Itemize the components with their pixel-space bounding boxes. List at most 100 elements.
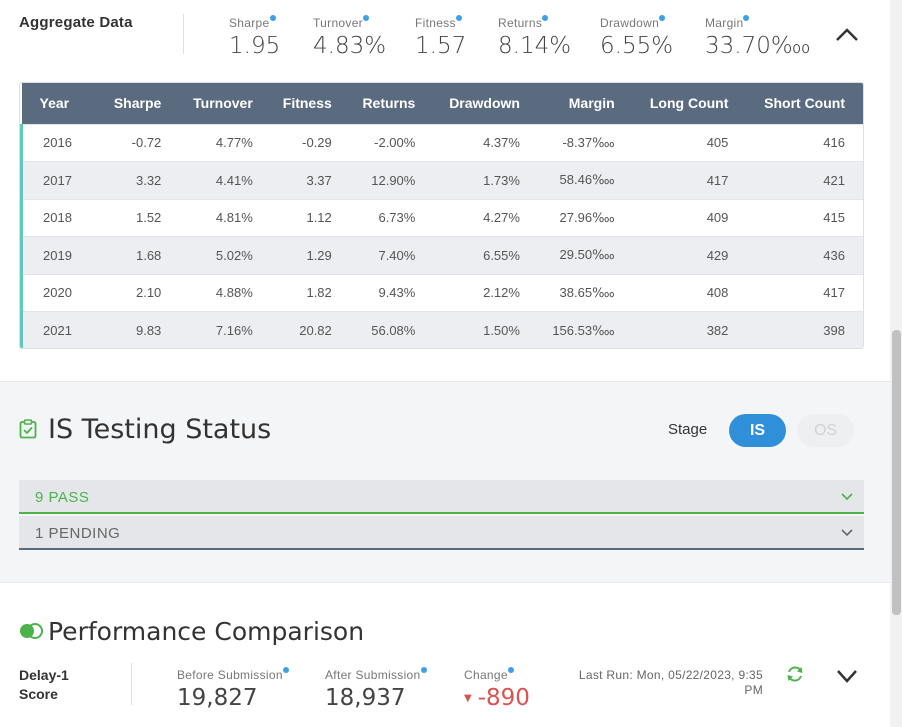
table-cell: 3.32 bbox=[135, 172, 162, 188]
divider bbox=[183, 14, 184, 54]
info-dot-icon[interactable] bbox=[455, 15, 462, 21]
table-cell: 3.37 bbox=[306, 172, 332, 188]
metric-label: Turnover bbox=[313, 15, 369, 30]
table-cell: 1.82 bbox=[306, 285, 332, 301]
table-cell: 7.40% bbox=[378, 247, 416, 263]
info-dot-icon[interactable] bbox=[282, 667, 289, 673]
col-header[interactable]: Drawdown bbox=[433, 83, 538, 124]
table-cell: 9.43% bbox=[378, 285, 416, 301]
table-row: 2019 1.68 5.02% 1.29 7.40% 6.55% 29.50‱ 429 436 bbox=[20, 236, 863, 274]
scrollbar-thumb[interactable] bbox=[892, 330, 901, 615]
info-dot-icon[interactable] bbox=[542, 15, 549, 21]
table-cell: 1.29 bbox=[306, 247, 332, 263]
table-cell: 382 bbox=[706, 323, 729, 338]
chevron-down-icon[interactable] bbox=[835, 666, 859, 686]
table-cell: 2021 bbox=[20, 311, 103, 348]
change-metric: Change ▼ -890 bbox=[464, 666, 530, 711]
table-cell: 1.50% bbox=[483, 323, 520, 338]
divider bbox=[131, 663, 132, 705]
table-row: 2020 2.10 4.88% 1.82 9.43% 2.12% 38.65‱ 408 417 bbox=[20, 274, 863, 312]
col-header[interactable]: Long Count bbox=[633, 83, 747, 124]
refresh-icon[interactable] bbox=[785, 664, 805, 684]
col-header[interactable]: Fitness bbox=[271, 83, 350, 124]
col-header[interactable]: Turnover bbox=[179, 83, 271, 124]
metric-value: 6.55% bbox=[600, 33, 674, 59]
table-cell: 4.88% bbox=[215, 285, 253, 301]
table-cell: 2016 bbox=[20, 124, 103, 162]
table-cell: -0.72 bbox=[131, 135, 162, 151]
table-cell: -8.37‱ bbox=[562, 134, 615, 150]
table-cell: 56.08% bbox=[371, 323, 416, 338]
table-cell: 417 bbox=[706, 172, 729, 188]
info-dot-icon[interactable] bbox=[269, 15, 276, 21]
before-submission-metric: Before Submission 19,827 bbox=[177, 666, 289, 711]
table-cell: 29.50‱ bbox=[559, 247, 615, 263]
stage-os-button[interactable]: OS bbox=[797, 414, 854, 447]
metric-returns: Returns 8.14% bbox=[498, 14, 571, 59]
table-cell: 415 bbox=[823, 210, 845, 226]
table-cell: 398 bbox=[823, 323, 845, 338]
table-cell: 2019 bbox=[20, 236, 103, 274]
col-header[interactable]: Year bbox=[22, 83, 103, 124]
table-cell: -2.00% bbox=[374, 135, 416, 151]
metric-label: Change bbox=[464, 667, 514, 682]
info-dot-icon[interactable] bbox=[362, 15, 369, 21]
table-cell: 4.27% bbox=[483, 210, 520, 226]
metric-turnover: Turnover 4.83% bbox=[313, 14, 386, 59]
table-cell: 1.12 bbox=[306, 210, 332, 226]
after-submission-metric: After Submission 18,937 bbox=[325, 666, 427, 711]
table-cell: 409 bbox=[706, 210, 729, 226]
last-run-timestamp: Last Run: Mon, 05/22/2023, 9:35 PM bbox=[578, 668, 763, 697]
section-title: IS Testing Status bbox=[48, 414, 272, 445]
info-dot-icon[interactable] bbox=[743, 15, 750, 21]
pending-accordion[interactable]: 1 PENDING bbox=[19, 516, 864, 550]
col-header[interactable]: Margin bbox=[538, 83, 633, 124]
metric-margin: Margin 33.70‱ bbox=[705, 14, 811, 59]
table-cell: 7.16% bbox=[215, 323, 253, 338]
metric-value: 18,937 bbox=[325, 685, 406, 711]
chevron-down-icon bbox=[841, 493, 853, 501]
col-header[interactable]: Returns bbox=[350, 83, 434, 124]
table-cell: 4.37% bbox=[483, 135, 520, 151]
col-header[interactable]: Sharpe bbox=[102, 83, 179, 124]
table-cell: 1.52 bbox=[135, 210, 162, 226]
metric-value: 33.70‱ bbox=[705, 33, 811, 59]
chevron-up-icon[interactable] bbox=[834, 24, 860, 46]
stage-is-button[interactable]: IS bbox=[729, 414, 786, 447]
is-testing-section: IS Testing Status Stage IS OS 9 PASS 1 P… bbox=[0, 381, 890, 583]
metric-label: Before Submission bbox=[177, 667, 289, 682]
metric-fitness: Fitness 1.57 bbox=[415, 14, 466, 59]
metric-label: Fitness bbox=[415, 15, 462, 30]
metric-value: 8.14% bbox=[498, 33, 572, 59]
info-dot-icon[interactable] bbox=[659, 15, 666, 21]
table-cell: 20.82 bbox=[299, 323, 332, 338]
table-cell: 38.65‱ bbox=[559, 284, 615, 300]
table-cell: 27.96‱ bbox=[559, 209, 615, 225]
table-row: 2021 9.83 7.16% 20.82 56.08% 1.50% 156.53‱ 382 3… bbox=[20, 311, 863, 348]
table-cell: 405 bbox=[706, 135, 729, 151]
table-cell: 2017 bbox=[20, 161, 103, 199]
metric-value: 4.83% bbox=[313, 33, 387, 59]
info-dot-icon[interactable] bbox=[420, 667, 427, 673]
table-cell: 1.68 bbox=[135, 247, 162, 263]
table-row: 2017 3.32 4.41% 3.37 12.90% 1.73% 58.46‱ 417 421 bbox=[20, 161, 863, 199]
table-cell: 2018 bbox=[20, 199, 103, 237]
pass-accordion[interactable]: 9 PASS bbox=[19, 480, 864, 514]
table-cell: -0.29 bbox=[302, 135, 332, 151]
col-header[interactable]: Short Count bbox=[746, 83, 863, 124]
pass-label: 9 PASS bbox=[35, 489, 90, 506]
info-dot-icon[interactable] bbox=[507, 667, 514, 673]
table-cell: 156.53‱ bbox=[552, 322, 615, 338]
metric-sharpe: Sharpe 1.95 bbox=[229, 14, 280, 59]
aggregate-header: Aggregate Data Sharpe 1.95 Turnover 4.83… bbox=[0, 0, 890, 80]
metric-label: Sharpe bbox=[229, 15, 276, 30]
metric-label: Margin bbox=[705, 15, 750, 30]
table-cell: 6.55% bbox=[483, 247, 520, 263]
table-header-row: Year Sharpe Turnover Fitness Returns Dra… bbox=[21, 83, 863, 124]
metric-label: Drawdown bbox=[600, 15, 666, 30]
stage-label: Stage bbox=[668, 421, 708, 438]
table-cell: 408 bbox=[706, 285, 729, 301]
table-cell: 436 bbox=[823, 247, 845, 263]
metric-label: Returns bbox=[498, 15, 549, 30]
metric-value: 1.95 bbox=[229, 33, 281, 59]
